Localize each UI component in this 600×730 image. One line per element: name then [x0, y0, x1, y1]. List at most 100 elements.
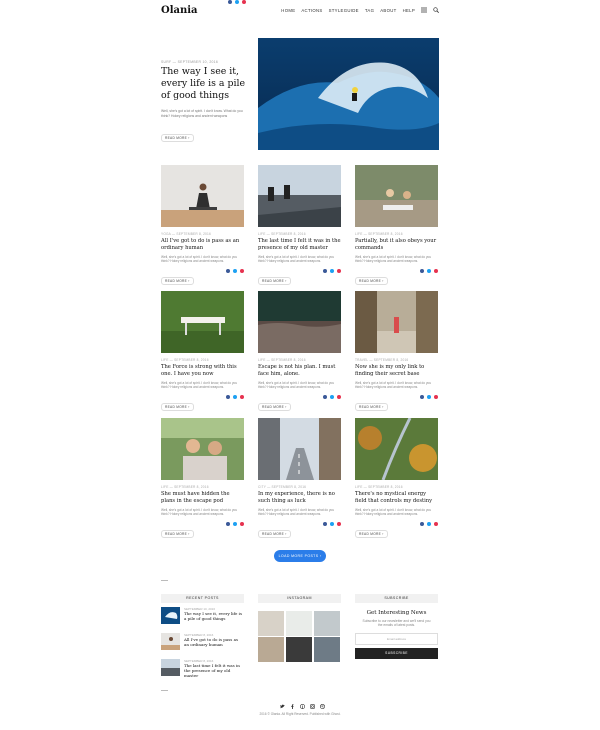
post-image[interactable]: [355, 418, 438, 480]
load-more-button[interactable]: LOAD MORE POSTS ›: [274, 550, 326, 562]
post-card[interactable]: CITY — SEPTEMBER 8, 2016 In my experienc…: [258, 418, 341, 538]
facebook-icon[interactable]: [226, 269, 230, 273]
facebook-icon[interactable]: [420, 269, 424, 273]
facebook-icon[interactable]: [420, 522, 424, 526]
read-more-button[interactable]: READ MORE ›: [161, 530, 194, 538]
post-image[interactable]: [161, 291, 244, 353]
post-title[interactable]: There's no mystical energy field that co…: [355, 491, 438, 505]
post-card[interactable]: LIFE — SEPTEMBER 8, 2016 There's no myst…: [355, 418, 438, 538]
twitter-icon[interactable]: [280, 704, 285, 709]
post-image[interactable]: [161, 165, 244, 227]
hero-image[interactable]: [258, 38, 439, 150]
subscribe-button[interactable]: SUBSCRIBE: [355, 647, 438, 659]
post-card[interactable]: TRAVEL — SEPTEMBER 8, 2016 Now she is my…: [355, 291, 438, 411]
read-more-button[interactable]: READ MORE ›: [258, 530, 291, 538]
post-card[interactable]: LIFE — SEPTEMBER 8, 2016 The last time I…: [258, 165, 341, 285]
post-card[interactable]: LIFE — SEPTEMBER 8, 2016 Partially, but …: [355, 165, 438, 285]
facebook-icon[interactable]: [290, 704, 295, 709]
recent-post-item[interactable]: SEPTEMBER 8, 2016 The last time I felt i…: [161, 659, 244, 681]
post-title[interactable]: The Force is strong with this one. I hav…: [161, 364, 244, 378]
twitter-icon[interactable]: [330, 269, 334, 273]
post-title[interactable]: The last time I felt it was in the prese…: [258, 238, 341, 252]
facebook-icon[interactable]: [323, 522, 327, 526]
post-image[interactable]: [258, 165, 341, 227]
twitter-icon[interactable]: [235, 0, 239, 4]
pinterest-icon[interactable]: [300, 704, 305, 709]
pinterest-icon[interactable]: [434, 395, 438, 399]
post-image[interactable]: [258, 291, 341, 353]
instagram-photo[interactable]: [313, 611, 340, 636]
instagram-photo[interactable]: [285, 637, 313, 663]
twitter-icon[interactable]: [427, 395, 431, 399]
recent-post-title[interactable]: The last time I felt it was in the prese…: [184, 663, 244, 678]
facebook-icon[interactable]: [226, 522, 230, 526]
instagram-photo[interactable]: [258, 611, 285, 636]
post-image[interactable]: [258, 418, 341, 480]
pinterest-icon[interactable]: [240, 395, 244, 399]
recent-post-item[interactable]: SEPTEMBER 10, 2016 The way I see it, eve…: [161, 607, 244, 629]
search-icon[interactable]: [433, 7, 439, 13]
recent-post-title[interactable]: All I've got to do is pass as an ordinar…: [184, 637, 244, 647]
read-more-button[interactable]: READ MORE ›: [355, 530, 388, 538]
read-more-button[interactable]: READ MORE ›: [258, 403, 291, 411]
pinterest-icon[interactable]: [337, 269, 341, 273]
nav-actions[interactable]: Actions: [301, 8, 322, 13]
read-more-button[interactable]: READ MORE ›: [161, 277, 194, 285]
twitter-icon[interactable]: [330, 522, 334, 526]
twitter-icon[interactable]: [330, 395, 334, 399]
post-card[interactable]: YOGA — SEPTEMBER 8, 2016 All I've got to…: [161, 165, 244, 285]
hero-read-more[interactable]: READ MORE ›: [161, 126, 194, 144]
read-more-button[interactable]: READ MORE ›: [161, 403, 194, 411]
instagram-photo[interactable]: [258, 637, 285, 663]
post-image[interactable]: [355, 291, 438, 353]
facebook-icon[interactable]: [420, 395, 424, 399]
read-more-button[interactable]: READ MORE ›: [258, 277, 291, 285]
twitter-icon[interactable]: [233, 269, 237, 273]
menu-icon[interactable]: [421, 7, 427, 13]
dribbble-icon[interactable]: [320, 704, 325, 709]
post-title[interactable]: All I've got to do is pass as an ordinar…: [161, 238, 244, 252]
site-logo[interactable]: Olania: [161, 5, 198, 16]
email-field[interactable]: Email address: [355, 632, 438, 645]
facebook-icon[interactable]: [323, 395, 327, 399]
nav-home[interactable]: Home: [281, 8, 295, 13]
post-title[interactable]: In my experience, there is no such thing…: [258, 491, 341, 505]
recent-post-title[interactable]: The way I see it, every life is a pile o…: [184, 611, 244, 621]
pinterest-icon[interactable]: [240, 269, 244, 273]
facebook-icon[interactable]: [226, 395, 230, 399]
instagram-photo[interactable]: [285, 611, 313, 636]
post-title[interactable]: Now she is my only link to finding their…: [355, 364, 438, 378]
hero-title[interactable]: The way I see it, every life is a pile o…: [161, 66, 249, 102]
post-title[interactable]: She must have hidden the plans in the es…: [161, 491, 244, 505]
post-title[interactable]: Escape is not his plan. I must face him,…: [258, 364, 341, 378]
pinterest-icon[interactable]: [434, 522, 438, 526]
recent-post-thumb[interactable]: [161, 633, 180, 650]
post-image[interactable]: [355, 165, 438, 227]
instagram-icon[interactable]: [310, 704, 315, 709]
instagram-photo[interactable]: [313, 637, 340, 663]
post-card[interactable]: LIFE — SEPTEMBER 8, 2016 Escape is not h…: [258, 291, 341, 411]
pinterest-icon[interactable]: [337, 395, 341, 399]
twitter-icon[interactable]: [427, 269, 431, 273]
post-title[interactable]: Partially, but it also obeys your comman…: [355, 238, 438, 252]
nav-styleguide[interactable]: Styleguide: [329, 8, 359, 13]
facebook-icon[interactable]: [228, 0, 232, 4]
recent-post-thumb[interactable]: [161, 607, 180, 624]
post-card[interactable]: LIFE — SEPTEMBER 8, 2016 She must have h…: [161, 418, 244, 538]
nav-tag[interactable]: Tag: [365, 8, 374, 13]
recent-post-thumb[interactable]: [161, 659, 180, 676]
nav-about[interactable]: About: [380, 8, 396, 13]
pinterest-icon[interactable]: [434, 269, 438, 273]
read-more-button[interactable]: READ MORE ›: [355, 277, 388, 285]
pinterest-icon[interactable]: [337, 522, 341, 526]
recent-post-item[interactable]: SEPTEMBER 8, 2016 All I've got to do is …: [161, 633, 244, 655]
read-more-button[interactable]: READ MORE ›: [355, 403, 388, 411]
post-card[interactable]: LIFE — SEPTEMBER 8, 2016 The Force is st…: [161, 291, 244, 411]
post-image[interactable]: [161, 418, 244, 480]
twitter-icon[interactable]: [427, 522, 431, 526]
twitter-icon[interactable]: [233, 522, 237, 526]
facebook-icon[interactable]: [323, 269, 327, 273]
pinterest-icon[interactable]: [240, 522, 244, 526]
nav-help[interactable]: Help: [403, 8, 415, 13]
twitter-icon[interactable]: [233, 395, 237, 399]
